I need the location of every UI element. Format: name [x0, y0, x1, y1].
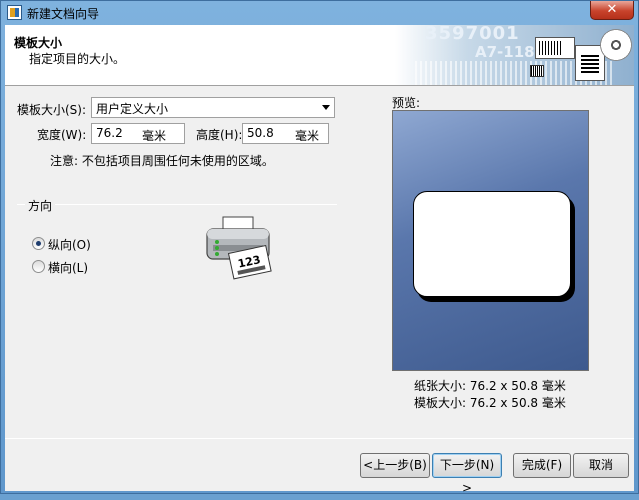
- app-logo-icon: [7, 5, 22, 20]
- template-size-select[interactable]: 用户定义大小: [91, 97, 335, 118]
- chevron-down-icon[interactable]: [322, 105, 330, 110]
- landscape-radio[interactable]: [32, 260, 45, 273]
- next-button[interactable]: 下一步(N) >: [432, 453, 502, 495]
- orientation-group-label: 方向: [25, 197, 56, 214]
- template-size-value: 用户定义大小: [96, 102, 169, 116]
- height-label: 高度(H):: [196, 128, 243, 142]
- banner-number: 3597001: [425, 25, 520, 44]
- finish-button[interactable]: 完成(F): [513, 453, 571, 478]
- height-value: 50.8: [247, 126, 274, 140]
- paper-size-info: 纸张大小: 76.2 x 50.8 毫米: [414, 379, 566, 393]
- orientation-group-divider: [17, 204, 337, 205]
- header-banner: 3597001 A7-118: [395, 25, 634, 85]
- template-size-label: 模板大小(S):: [17, 103, 87, 117]
- window-title: 新建文档向导: [27, 7, 100, 21]
- dialog-body: 模板大小 指定项目的大小。 3597001 A7-118 模板大小(S): 用户…: [5, 25, 634, 495]
- page-subtitle: 指定项目的大小。: [29, 52, 126, 66]
- back-button[interactable]: <上一步(B): [360, 453, 430, 478]
- size-note: 注意: 不包括项目周围任何未使用的区域。: [50, 154, 274, 168]
- cd-disc-icon: [600, 29, 632, 61]
- height-field[interactable]: 50.8 毫米: [242, 123, 329, 144]
- template-size-info: 模板大小: 76.2 x 50.8 毫米: [414, 396, 566, 410]
- footer-divider: [5, 438, 634, 439]
- small-barcode-icon: [530, 65, 544, 77]
- banner-code: A7-118: [475, 43, 535, 61]
- preview-title: 预览:: [392, 96, 421, 110]
- preview-panel: [392, 110, 589, 371]
- width-field[interactable]: 76.2 毫米: [91, 123, 185, 144]
- page-title: 模板大小: [14, 36, 63, 50]
- height-unit: 毫米: [295, 129, 320, 143]
- label-preview: [413, 191, 571, 297]
- portrait-label[interactable]: 纵向(O): [48, 236, 91, 253]
- width-unit: 毫米: [142, 129, 167, 143]
- barcode-card-icon: [535, 37, 575, 59]
- close-button[interactable]: ✕: [590, 1, 634, 20]
- wizard-window: 新建文档向导 ✕ 模板大小 指定项目的大小。 3597001 A7-118 模板…: [0, 0, 639, 495]
- printer-icon: 123: [206, 216, 272, 280]
- width-label: 宽度(W):: [37, 128, 87, 142]
- title-bar[interactable]: 新建文档向导 ✕: [1, 1, 638, 25]
- landscape-label[interactable]: 横向(L): [48, 259, 88, 276]
- wizard-header: 模板大小 指定项目的大小。 3597001 A7-118: [5, 25, 634, 86]
- width-value: 76.2: [96, 126, 123, 140]
- portrait-radio[interactable]: [32, 237, 45, 250]
- cancel-button[interactable]: 取消: [573, 453, 629, 478]
